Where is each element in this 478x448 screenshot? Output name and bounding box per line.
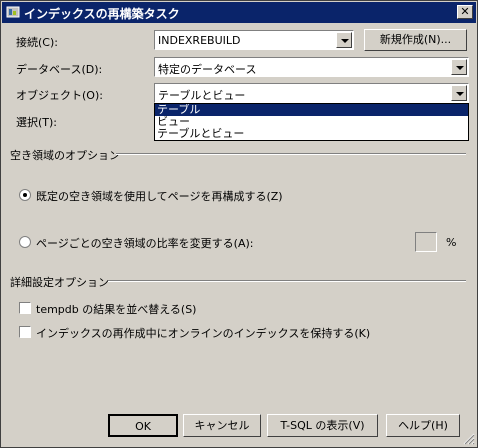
resize-grip-icon[interactable] — [463, 433, 475, 445]
object-label: オブジェクト(O): — [16, 89, 103, 102]
new-connection-button[interactable]: 新規作成(N)... — [364, 29, 467, 51]
ok-button[interactable]: OK — [108, 414, 178, 437]
window-title: インデックスの再構築タスク — [24, 7, 180, 21]
connection-label: 接続(C): — [16, 36, 58, 49]
radio-change-free-space-label: ページごとの空き領域の比率を変更する(A): — [36, 237, 254, 250]
chevron-down-icon[interactable] — [336, 32, 352, 48]
group-divider — [108, 280, 466, 282]
database-combo[interactable]: 特定のデータベース — [154, 57, 469, 77]
connection-value: INDEXREBUILD — [158, 34, 241, 47]
free-space-percent-input[interactable] — [415, 232, 437, 252]
group-divider — [116, 153, 466, 155]
percent-unit: % — [446, 236, 457, 249]
close-icon: ✕ — [460, 5, 470, 18]
radio-default-free-space-label: 既定の空き領域を使用してページを再構成する(Z) — [36, 190, 283, 203]
radio-change-free-space[interactable] — [19, 236, 31, 248]
dropdown-option-table-and-view[interactable]: テーブルとビュー — [155, 128, 468, 140]
connection-combo[interactable]: INDEXREBUILD — [154, 30, 354, 50]
checkbox-sort-tempdb[interactable] — [19, 302, 31, 314]
object-value: テーブルとビュー — [158, 89, 246, 102]
dialog-window: インデックスの再構築タスク ✕ 接続(C): INDEXREBUILD 新規作成… — [0, 0, 478, 448]
app-icon — [6, 6, 20, 18]
free-space-heading: 空き領域のオプション — [10, 149, 120, 162]
chevron-down-icon[interactable] — [451, 85, 467, 101]
database-value: 特定のデータベース — [158, 63, 257, 76]
cancel-button[interactable]: キャンセル — [183, 414, 261, 437]
checkbox-keep-online[interactable] — [19, 326, 31, 338]
chevron-down-icon[interactable] — [451, 59, 467, 75]
title-bar[interactable]: インデックスの再構築タスク ✕ — [2, 2, 476, 23]
database-label: データベース(D): — [16, 63, 103, 76]
checkbox-keep-online-label: インデックスの再作成中にオンラインのインデックスを保持する(K) — [36, 327, 371, 340]
radio-default-free-space[interactable] — [19, 189, 31, 201]
selection-label: 選択(T): — [16, 116, 58, 129]
checkbox-sort-tempdb-label: tempdb の結果を並べ替える(S) — [36, 303, 197, 316]
show-tsql-button[interactable]: T-SQL の表示(V) — [267, 414, 378, 437]
advanced-heading: 詳細設定オプション — [10, 276, 109, 289]
dropdown-option-table[interactable]: テーブル — [155, 104, 468, 116]
object-combo[interactable]: テーブルとビュー — [154, 83, 469, 103]
help-button[interactable]: ヘルプ(H) — [386, 414, 460, 437]
close-button[interactable]: ✕ — [457, 5, 473, 19]
object-dropdown-list[interactable]: テーブル ビュー テーブルとビュー — [154, 103, 469, 141]
